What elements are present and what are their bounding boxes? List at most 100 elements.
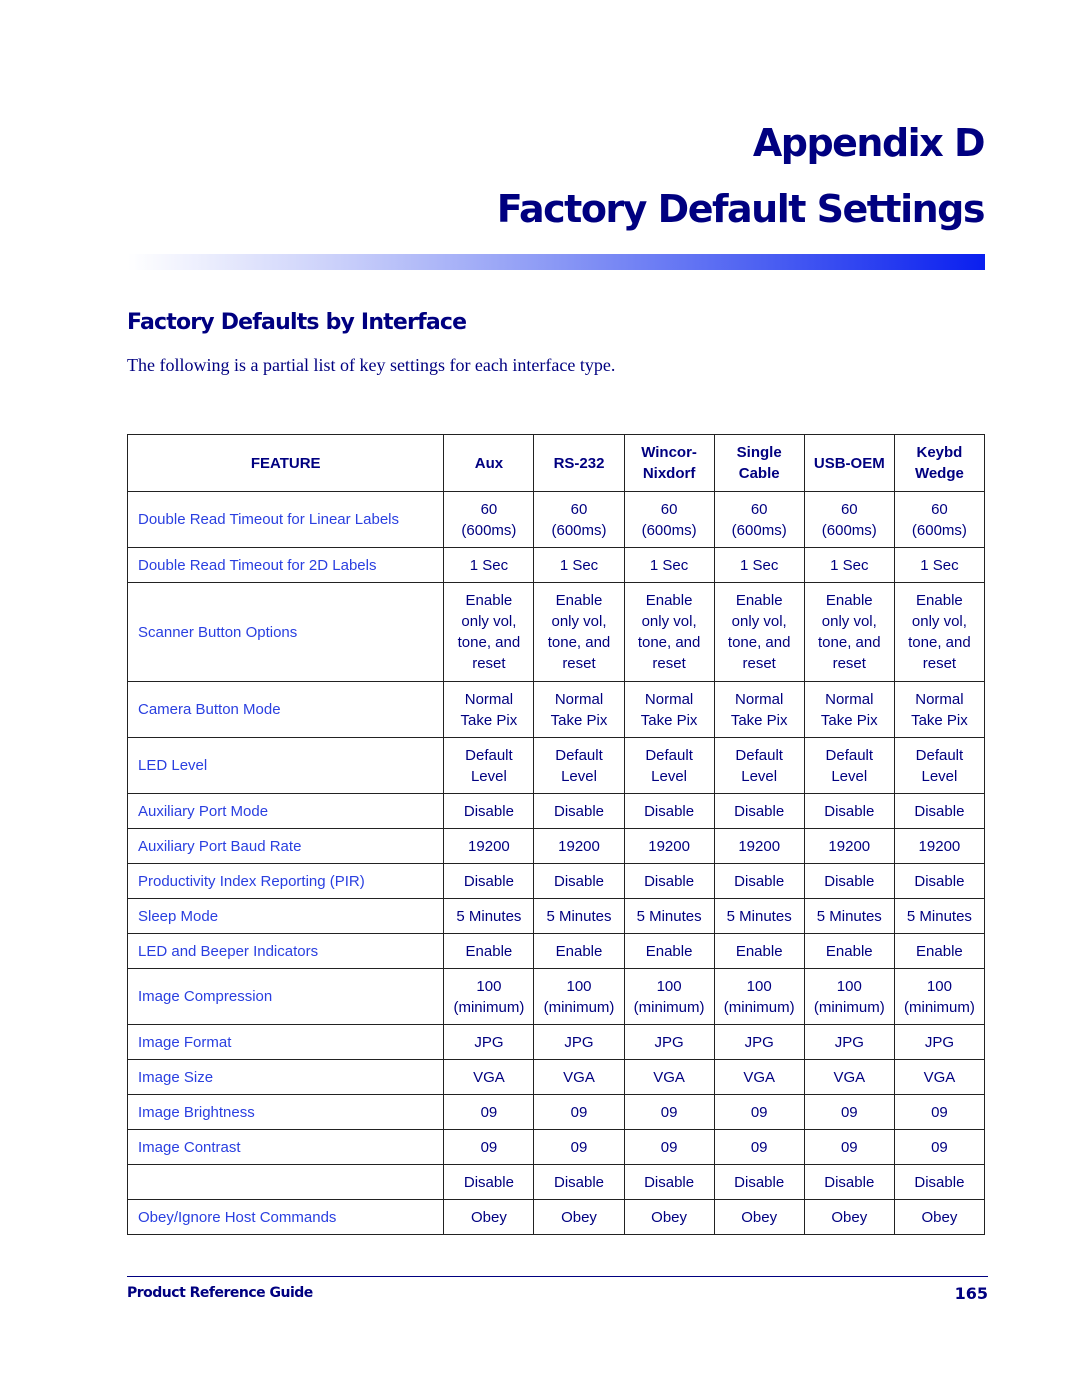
value-text: 60 [480,500,498,518]
table-row: Auxiliary Port Mode Disable Disable Disable… [126,793,986,829]
value-cell-keybd-wedge: 60 (600ms) [893,491,986,548]
value-cell-usb-oem: Obey [803,1199,895,1235]
value-cell-single-cable: Normal Take Pix [713,681,805,738]
value-text: VGA [743,1068,776,1086]
value-cell-single-cable: 100 (minimum) [713,968,805,1025]
value-cell-single-cable: Default Level [713,737,805,794]
value-text: tone, and [727,634,791,651]
value-text: Level [921,767,958,785]
value-text: Take Pix [550,711,608,729]
value-text: JPG [564,1033,594,1051]
value-cell-wincor-nixdorf: Enable [623,933,715,969]
value-text: Enable [465,592,513,609]
value-cell-rs-232: 09 [533,1129,625,1165]
value-cell-wincor-nixdorf: 19200 [623,828,715,864]
value-cell-single-cable: 09 [713,1094,805,1130]
value-text: Normal [464,690,514,708]
chapter-title-block: Appendix D Factory Default Settings [497,112,986,240]
value-cell-single-cable: Disable [713,863,805,899]
feature-link[interactable]: Double Read Timeout for 2D Labels [126,547,445,583]
value-text: Disable [463,872,514,890]
value-cell-aux: 100 (minimum) [443,968,535,1025]
value-text: (600ms) [461,521,517,539]
value-text: reset [652,655,686,672]
value-cell-rs-232: 1 Sec [533,547,625,583]
feature-link[interactable]: Obey/Ignore Host Commands [126,1199,445,1235]
feature-link[interactable]: Productivity Index Reporting (PIR) [126,863,445,899]
feature-link[interactable]: Camera Button Mode [126,681,445,738]
value-text: Obey [741,1208,778,1226]
value-cell-wincor-nixdorf: Obey [623,1199,715,1235]
value-text: 1 Sec [740,556,779,574]
value-text: Enable [735,592,783,609]
feature-link[interactable]: Image Compression [126,968,445,1025]
feature-link[interactable]: Scanner Button Options [126,582,445,682]
feature-link[interactable]: Image Brightness [126,1094,445,1130]
table-header-row: FEATURE Aux RS-232 Wincor- Nixdorf Single Cabl… [126,434,986,492]
value-text: Default [645,746,693,764]
value-cell-rs-232: 5 Minutes [533,898,625,934]
feature-link[interactable]: LED Level [126,737,445,794]
feature-link[interactable]: Image Format [126,1024,445,1060]
value-cell-usb-oem: Normal Take Pix [803,681,895,738]
value-text: Enable [645,592,693,609]
value-text: Disable [734,872,785,890]
header-text: RS-232 [553,454,605,472]
value-text: only vol, [911,613,967,630]
value-text: 60 [931,500,948,518]
value-cell-keybd-wedge: Disable [893,863,986,899]
value-cell-wincor-nixdorf: 100 (minimum) [623,968,715,1025]
value-cell-usb-oem: 09 [803,1094,895,1130]
feature-link[interactable]: LED and Beeper Indicators [126,933,445,969]
value-cell-aux: JPG [443,1024,535,1060]
value-cell-rs-232: Disable [533,863,625,899]
value-cell-aux: 60 (600ms) [443,491,535,548]
intro-paragraph: The following is a partial list of key s… [127,355,616,375]
value-text: Enable [465,942,513,960]
table-row: Double Read Timeout for 2D Labels 1 Sec 1 … [126,547,986,583]
value-cell-wincor-nixdorf: 09 [623,1129,715,1165]
value-cell-keybd-wedge: Enable [893,933,986,969]
appendix-label: Appendix D [752,121,986,165]
value-text: 5 Minutes [816,907,882,925]
value-text: Obey [470,1208,507,1226]
value-text: 100 [926,977,952,995]
value-text: 60 [840,500,858,518]
value-cell-single-cable: 19200 [713,828,805,864]
value-text: only vol, [461,613,517,630]
value-cell-single-cable: Obey [713,1199,805,1235]
value-text: Obey [831,1208,868,1226]
value-text: Disable [553,802,605,820]
value-text: Disable [644,872,695,890]
value-cell-usb-oem: 5 Minutes [803,898,895,934]
table-row: Image Contrast 09 09 09 09 09 09 [126,1129,986,1165]
value-text: Disable [463,802,514,820]
value-cell-wincor-nixdorf: 1 Sec [623,547,715,583]
value-text: Disable [824,872,875,890]
value-cell-usb-oem: Disable [803,793,895,829]
value-cell-keybd-wedge: 5 Minutes [893,898,986,934]
feature-link[interactable]: Double Read Timeout for Linear Labels [126,491,445,548]
value-text: tone, and [637,634,701,651]
value-text: 1 Sec [649,556,689,574]
value-text: Normal [735,690,784,708]
feature-link[interactable]: Image Contrast [126,1129,445,1165]
value-text: Level [741,767,778,785]
value-text: JPG [654,1033,684,1051]
feature-link[interactable]: Auxiliary Port Baud Rate [126,828,445,864]
value-text: VGA [653,1068,685,1086]
value-text: Obey [651,1208,688,1226]
value-cell-single-cable: 09 [713,1129,805,1165]
value-cell-keybd-wedge: JPG [893,1024,986,1060]
value-cell-aux: Normal Take Pix [443,681,535,738]
value-cell-single-cable: Disable [713,1164,805,1200]
value-text: Level [470,767,507,785]
value-text: Disable [824,802,875,820]
value-text: Disable [644,1173,695,1191]
value-cell-usb-oem: JPG [803,1024,895,1060]
feature-link[interactable]: Image Size [126,1059,445,1095]
feature-link[interactable]: Sleep Mode [126,898,445,934]
value-text: 19200 [918,837,961,855]
feature-link[interactable]: Auxiliary Port Mode [126,793,445,829]
table-row: Image Size VGA VGA VGA VGA VGA VGA [126,1059,986,1095]
